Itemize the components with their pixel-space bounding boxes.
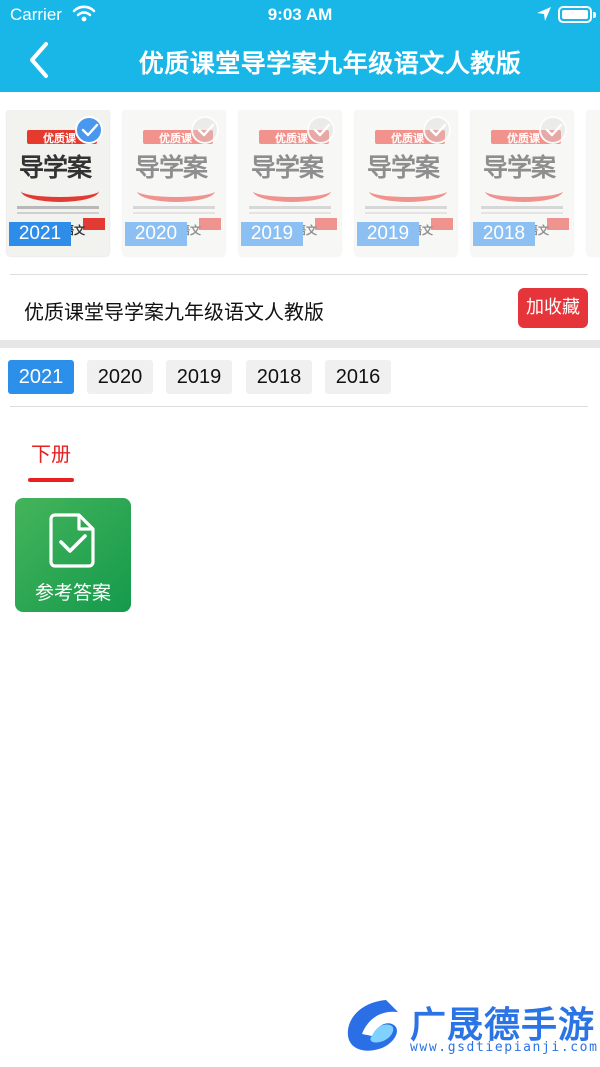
cover-ribbon — [315, 218, 337, 230]
tab-indicator — [28, 478, 74, 482]
brand-logo-icon — [342, 996, 406, 1060]
cover-line — [17, 212, 99, 214]
cover-swoosh — [21, 180, 99, 202]
cover-ribbon — [547, 218, 569, 230]
book-title: 优质课堂导学案九年级语文人教版 — [24, 300, 324, 324]
check-circle-icon[interactable] — [191, 116, 219, 144]
cover-strip[interactable]: 优质课 导学案 语文 2021 优质课 导学案 语文 2020 优质课 导学案 … — [0, 110, 600, 258]
chevron-left-icon — [30, 42, 48, 78]
cover-item-2019a[interactable]: 优质课 导学案 语文 2019 — [239, 110, 341, 256]
watermark-url: www.gsdtiepianji.com — [410, 1040, 599, 1055]
document-check-icon — [49, 512, 97, 572]
cover-brand: 优质课 — [43, 132, 76, 145]
cover-title: 导学案 — [251, 153, 324, 182]
watermark: 广晟德手游 www.gsdtiepianji.com — [336, 994, 600, 1058]
cover-line — [481, 212, 563, 214]
answer-key-label: 参考答案 — [34, 582, 111, 604]
section-separator — [0, 340, 600, 348]
cover-item-2020[interactable]: 优质课 导学案 语文 2020 — [123, 110, 225, 256]
cover-year-badge: 2019 — [357, 222, 419, 246]
cover-title: 导学案 — [483, 153, 556, 182]
check-circle-icon[interactable] — [423, 116, 451, 144]
cover-ribbon — [199, 218, 221, 230]
check-circle-icon[interactable] — [75, 116, 103, 144]
cover-line — [249, 212, 331, 214]
clock: 9:03 AM — [267, 5, 333, 24]
cover-title: 导学案 — [19, 153, 92, 182]
status-bar: Carrier 9:03 AM — [0, 0, 600, 30]
cover-line — [365, 206, 447, 209]
back-button[interactable] — [20, 38, 60, 82]
cover-ribbon — [431, 218, 453, 230]
page-title: 优质课堂导学案九年级语文人教版 — [138, 49, 522, 78]
cover-brand: 优质课 — [391, 132, 424, 145]
cover-item-partial[interactable] — [587, 110, 600, 256]
cover-year-badge: 2018 — [473, 222, 535, 246]
cover-item-2021[interactable]: 优质课 导学案 语文 2021 — [7, 110, 109, 256]
cover-line — [133, 206, 215, 209]
cover-swoosh — [485, 180, 563, 202]
tab-label: 下册 — [31, 442, 71, 466]
cover-title: 导学案 — [135, 153, 208, 182]
cover-line — [481, 206, 563, 209]
year-chip-2020[interactable]: 2020 — [87, 360, 153, 394]
cover-item-2019b[interactable]: 优质课 导学案 语文 2019 — [355, 110, 457, 256]
cover-year-badge: 2021 — [9, 222, 71, 246]
cover-ribbon — [83, 218, 105, 230]
cover-swoosh — [137, 180, 215, 202]
year-chip-2019[interactable]: 2019 — [166, 360, 232, 394]
cover-swoosh — [253, 180, 331, 202]
cover-year-badge: 2019 — [241, 222, 303, 246]
cover-line — [365, 212, 447, 214]
cover-item-2018[interactable]: 优质课 导学案 语文 2018 — [471, 110, 573, 256]
cover-line — [17, 206, 99, 209]
cover-year-badge: 2020 — [125, 222, 187, 246]
year-chip-2021[interactable]: 2021 — [8, 360, 74, 394]
divider — [10, 406, 588, 407]
cover-brand: 优质课 — [507, 132, 540, 145]
cover-brand: 优质课 — [275, 132, 308, 145]
cover-brand: 优质课 — [159, 132, 192, 145]
battery-icon — [558, 6, 596, 23]
cover-title: 导学案 — [367, 153, 440, 182]
header-bar: Carrier 9:03 AM 优质课堂导学案九年级语文人教版 — [0, 0, 600, 92]
location-arrow-icon — [536, 6, 552, 26]
add-favorite-button[interactable]: 加收藏 — [518, 288, 588, 328]
divider — [10, 274, 588, 275]
check-circle-icon[interactable] — [307, 116, 335, 144]
cover-line — [249, 206, 331, 209]
year-chip-2016[interactable]: 2016 — [325, 360, 391, 394]
cover-swoosh — [369, 180, 447, 202]
tab-volume-2[interactable]: 下册 — [28, 438, 74, 482]
check-circle-icon[interactable] — [539, 116, 567, 144]
year-chip-2018[interactable]: 2018 — [246, 360, 312, 394]
cover-line — [133, 212, 215, 214]
answer-key-button[interactable]: 参考答案 — [15, 498, 131, 612]
